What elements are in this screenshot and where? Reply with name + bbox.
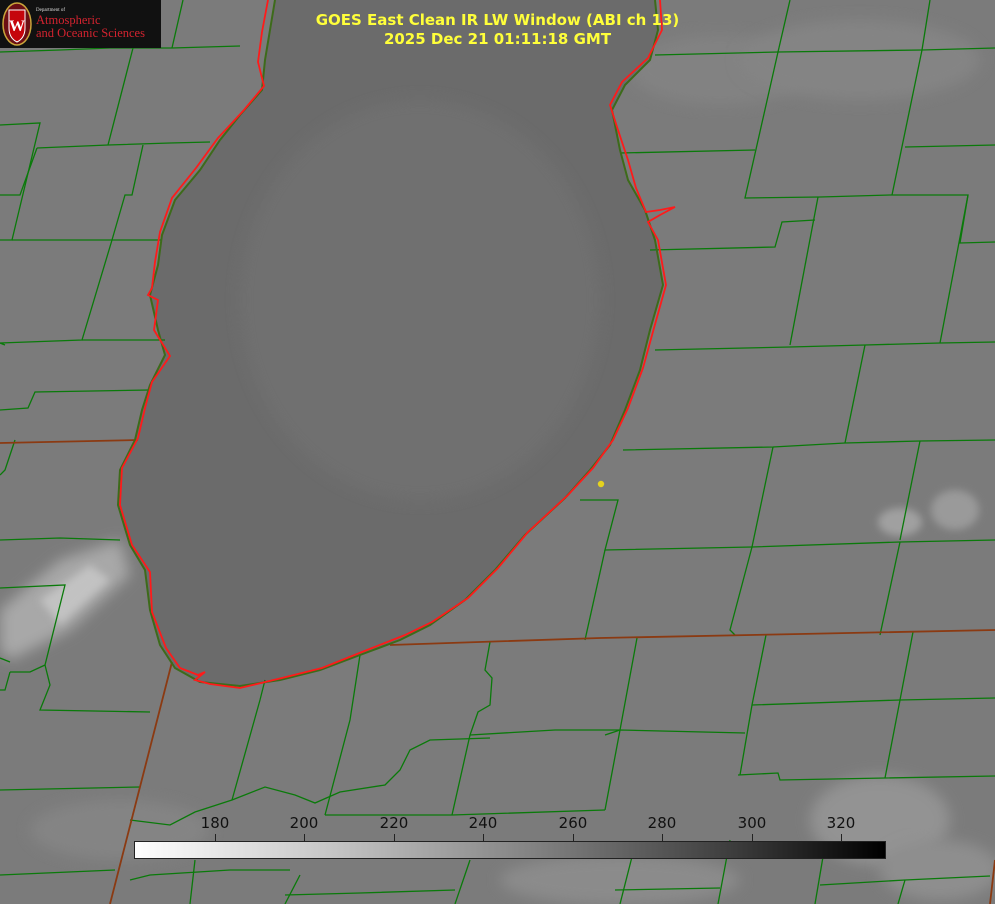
colorbar-tick-label: 300 (737, 814, 767, 832)
image-title: GOES East Clean IR LW Window (ABI ch 13)… (0, 11, 995, 49)
map-canvas (0, 0, 995, 904)
lake-shading (240, 100, 600, 500)
colorbar-tick-label: 240 (468, 814, 498, 832)
colorbar-tick (752, 834, 753, 841)
colorbar-tick (662, 834, 663, 841)
colorbar-tick-label: 280 (647, 814, 677, 832)
colorbar-tick (394, 834, 395, 841)
colorbar-tick (573, 834, 574, 841)
colorbar-tick-label: 320 (826, 814, 856, 832)
colorbar-tick (215, 834, 216, 841)
title-product: GOES East Clean IR LW Window (ABI ch 13) (315, 11, 680, 29)
colorbar-tick-label: 220 (379, 814, 409, 832)
colorbar-tick (841, 834, 842, 841)
title-timestamp: 2025 Dec 21 01:11:18 GMT (383, 30, 612, 48)
colorbar (134, 841, 886, 859)
colorbar-tick-label: 260 (558, 814, 588, 832)
colorbar-tick-label: 200 (289, 814, 319, 832)
colorbar-tick-label: 180 (200, 814, 230, 832)
location-marker (597, 480, 605, 488)
colorbar-tick (483, 834, 484, 841)
colorbar-tick (304, 834, 305, 841)
satellite-image-view: W Department of Atmospheric and Oceanic … (0, 0, 995, 904)
